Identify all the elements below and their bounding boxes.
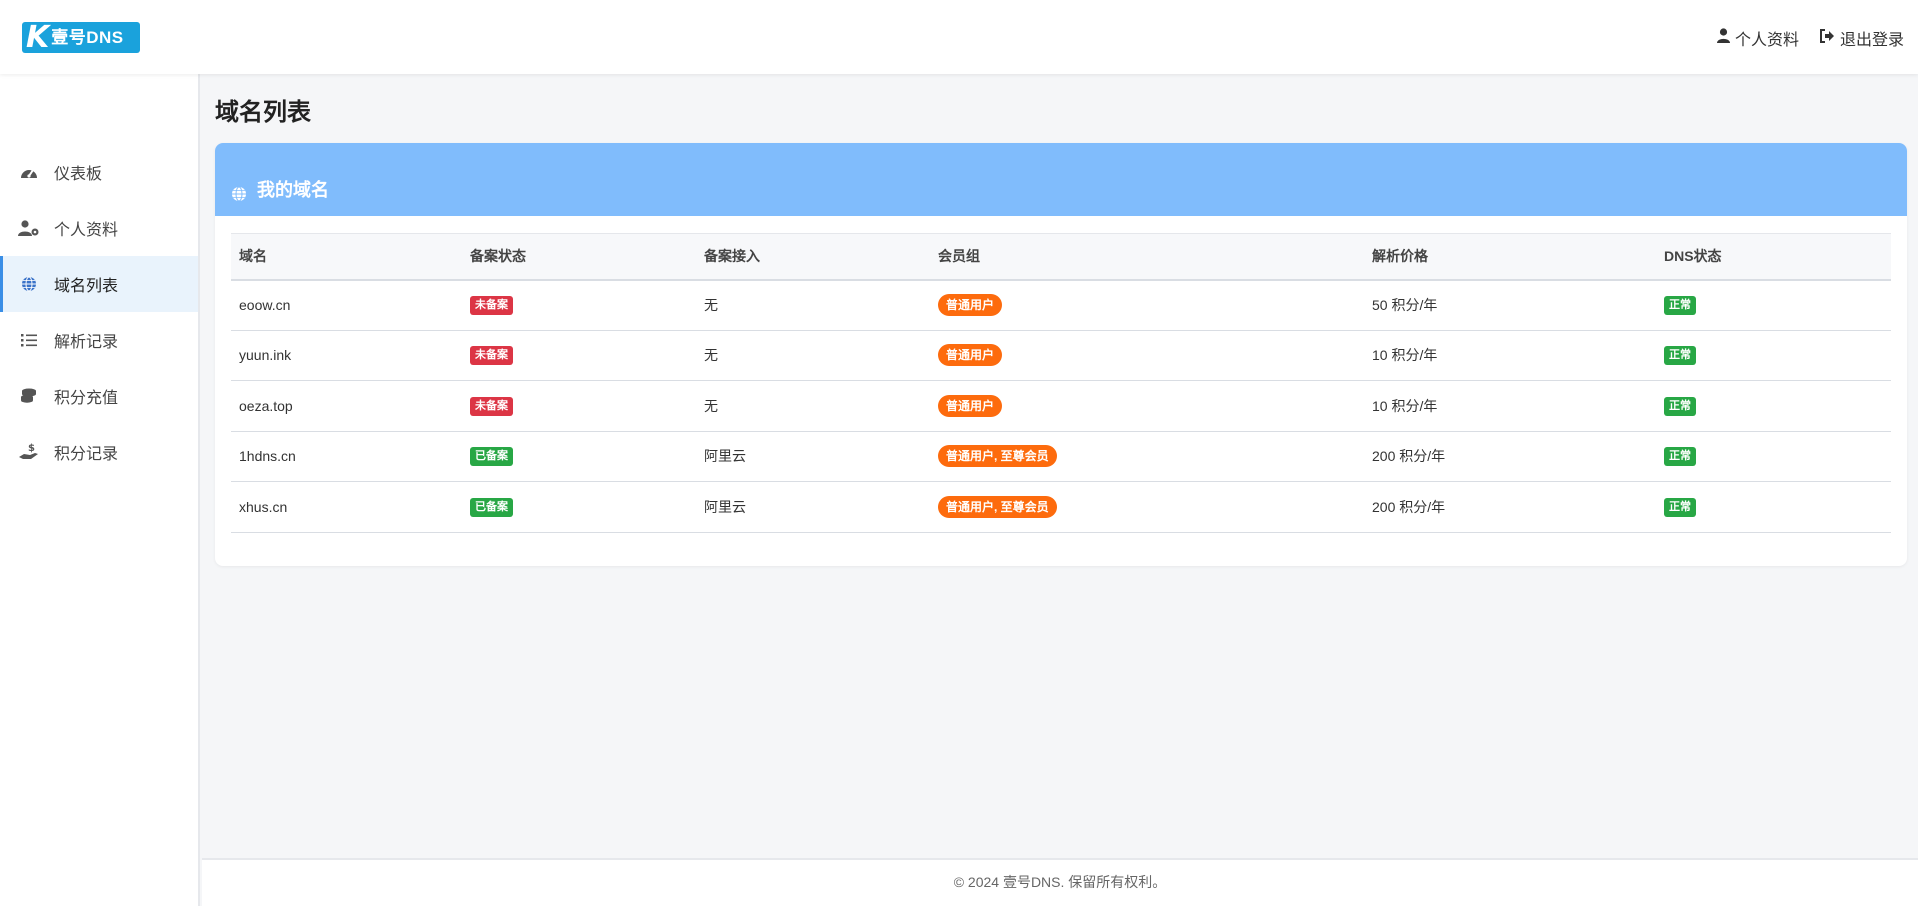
table-row: 1hdns.cn 已备案 阿里云 普通用户, 至尊会员 200 积分/年 正常 — [231, 431, 1891, 482]
table-row: eoow.cn 未备案 无 普通用户 50 积分/年 正常 — [231, 279, 1891, 331]
logout-link[interactable]: 退出登录 — [1819, 26, 1904, 50]
top-nav: 个人资料 退出登录 — [1716, 26, 1904, 50]
icp-access-cell: 阿里云 — [696, 481, 930, 533]
top-bar: K 壹号DNS 个人资料 退出登录 — [0, 0, 1918, 74]
sidebar: 仪表板 个人资料 域名列表 解析记录 积分充值 $ 积分记录 — [0, 74, 200, 906]
logout-label: 退出登录 — [1839, 32, 1904, 49]
card-title: 我的域名 — [257, 180, 329, 200]
icp-access-cell: 无 — [696, 279, 930, 331]
icp-status-badge: 未备案 — [470, 346, 513, 366]
member-group-badge: 普通用户 — [938, 294, 1003, 316]
footer: © 2024 壹号DNS. 保留所有权利。 — [202, 858, 1918, 906]
icp-access-cell: 无 — [696, 380, 930, 432]
dns-status-badge: 正常 — [1664, 497, 1696, 517]
price-cell: 10 积分/年 — [1364, 380, 1656, 432]
sidebar-item-label: 积分充值 — [54, 390, 119, 407]
column-header-domain: 域名 — [239, 248, 267, 265]
sidebar-item-profile[interactable]: 个人资料 — [0, 200, 198, 256]
hand-dollar-icon: $ — [18, 443, 40, 461]
dns-status-badge: 正常 — [1664, 447, 1696, 467]
table-header-row: 域名 备案状态 备案接入 会员组 解析价格 DNS状态 — [231, 233, 1891, 280]
list-icon — [18, 333, 40, 347]
icp-status-badge: 未备案 — [470, 296, 513, 315]
column-header-icp-access: 备案接入 — [704, 248, 760, 265]
sidebar-item-points-log[interactable]: $ 积分记录 — [0, 424, 198, 480]
member-group-badge: 普通用户, 至尊会员 — [938, 495, 1057, 518]
icp-access-cell: 阿里云 — [696, 431, 930, 482]
member-group-badge: 普通用户, 至尊会员 — [938, 445, 1057, 468]
member-group-badge: 普通用户 — [938, 394, 1003, 417]
sidebar-item-label: 仪表板 — [54, 166, 103, 183]
column-header-member-group: 会员组 — [938, 248, 980, 265]
copyright-text: © 2024 壹号DNS. 保留所有权利。 — [953, 874, 1167, 890]
price-cell: 10 积分/年 — [1364, 330, 1656, 381]
table-row: xhus.cn 已备案 阿里云 普通用户, 至尊会员 200 积分/年 正常 — [231, 481, 1891, 533]
user-gear-icon — [18, 220, 40, 236]
sign-out-icon — [1819, 28, 1835, 48]
price-cell: 50 积分/年 — [1364, 279, 1656, 331]
sidebar-item-label: 解析记录 — [54, 334, 119, 351]
price-cell: 200 积分/年 — [1364, 481, 1656, 533]
domains-table: 域名 备案状态 备案接入 会员组 解析价格 DNS状态 eoow.cn 未备案 … — [231, 233, 1891, 533]
domains-card: 我的域名 域名 备案状态 备案接入 会员组 解析价格 DNS状态 eoow.cn — [215, 143, 1907, 566]
column-header-price: 解析价格 — [1372, 248, 1428, 265]
table-row: oeza.top 未备案 无 普通用户 10 积分/年 正常 — [231, 380, 1891, 432]
icp-access-cell: 无 — [696, 330, 930, 381]
sidebar-item-label: 积分记录 — [54, 446, 119, 463]
top-profile-link[interactable]: 个人资料 — [1716, 26, 1799, 50]
price-cell: 200 积分/年 — [1364, 431, 1656, 482]
gauge-icon — [18, 165, 40, 179]
logo[interactable]: K 壹号DNS — [22, 22, 140, 53]
domain-cell: xhus.cn — [231, 481, 462, 533]
card-header: 我的域名 — [215, 143, 1907, 216]
sidebar-nav: 仪表板 个人资料 域名列表 解析记录 积分充值 $ 积分记录 — [0, 144, 198, 480]
domain-cell: 1hdns.cn — [231, 431, 462, 482]
top-profile-label: 个人资料 — [1734, 32, 1799, 49]
logo-text: 壹号DNS — [51, 28, 124, 47]
sidebar-item-recharge[interactable]: 积分充值 — [0, 368, 198, 424]
icp-status-badge: 未备案 — [470, 396, 513, 416]
globe-icon — [231, 186, 247, 202]
icp-status-badge: 已备案 — [470, 497, 513, 517]
dns-status-badge: 正常 — [1664, 346, 1696, 366]
domain-cell: yuun.ink — [231, 330, 462, 381]
user-icon — [1716, 28, 1730, 48]
sidebar-item-dashboard[interactable]: 仪表板 — [0, 144, 198, 200]
domain-cell: eoow.cn — [231, 279, 462, 331]
sidebar-item-label: 域名列表 — [54, 278, 119, 295]
logo-mark: K — [26, 20, 50, 55]
dns-status-badge: 正常 — [1664, 296, 1696, 315]
column-header-icp-status: 备案状态 — [470, 248, 526, 265]
sidebar-item-domains[interactable]: 域名列表 — [0, 256, 198, 312]
domain-cell: oeza.top — [231, 380, 462, 432]
svg-text:$: $ — [28, 443, 35, 454]
icp-status-badge: 已备案 — [470, 447, 513, 467]
sidebar-item-label: 个人资料 — [54, 222, 119, 239]
member-group-badge: 普通用户 — [938, 344, 1003, 367]
globe-icon — [18, 276, 40, 292]
sidebar-item-records[interactable]: 解析记录 — [0, 312, 198, 368]
main-content: 域名列表 我的域名 域名 备案状态 备案接入 会员组 解析价格 DNS状态 eo… — [202, 74, 1918, 858]
page-title: 域名列表 — [215, 99, 311, 126]
table-row: yuun.ink 未备案 无 普通用户 10 积分/年 正常 — [231, 330, 1891, 381]
dns-status-badge: 正常 — [1664, 396, 1696, 416]
coins-icon — [18, 388, 40, 404]
column-header-dns-status: DNS状态 — [1664, 248, 1722, 265]
